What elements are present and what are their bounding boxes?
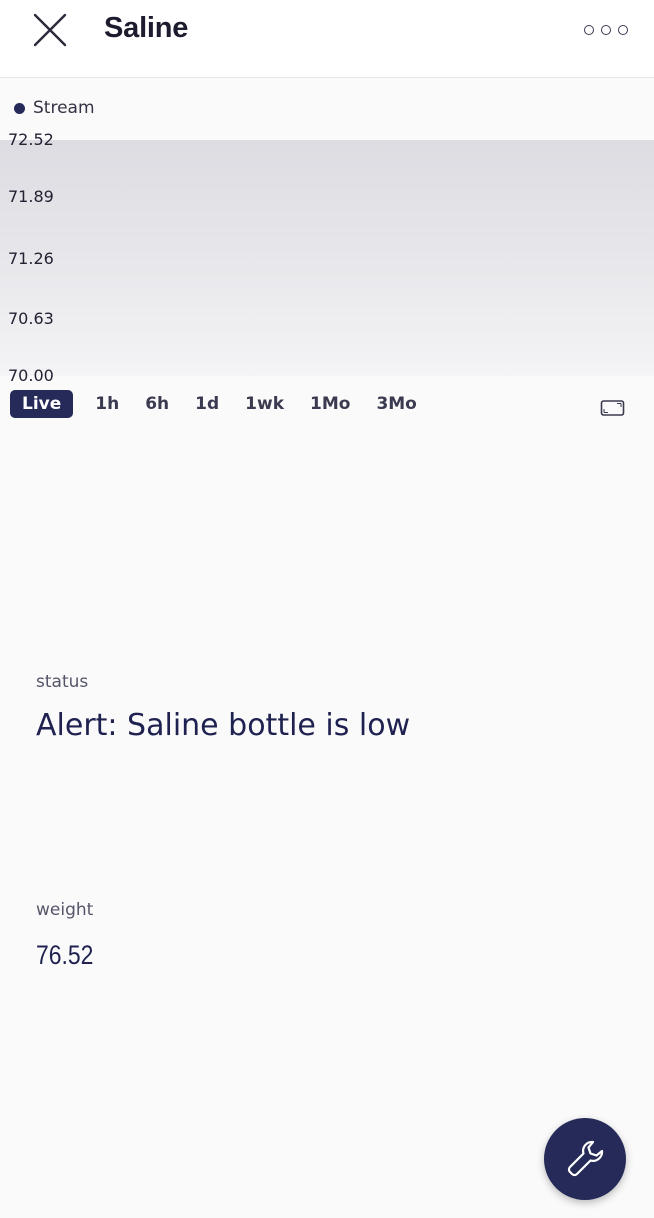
more-options-icon bbox=[601, 25, 611, 35]
weight-label: weight bbox=[36, 900, 94, 920]
y-tick-label: 70.63 bbox=[8, 309, 54, 328]
close-icon bbox=[33, 13, 67, 47]
y-tick-label: 70.00 bbox=[8, 366, 54, 385]
settings-fab-button[interactable] bbox=[544, 1118, 626, 1200]
range-tab-3mo[interactable]: 3Mo bbox=[376, 390, 416, 418]
status-value: Alert: Saline bottle is low bbox=[36, 708, 411, 743]
more-options-icon bbox=[584, 25, 594, 35]
time-range-tabs: Live 1h 6h 1d 1wk 1Mo 3Mo bbox=[10, 390, 443, 418]
y-tick-label: 72.52 bbox=[8, 130, 54, 149]
close-button[interactable] bbox=[28, 10, 72, 50]
device-screen: Saline Stream 72.52 71.89 71.26 70.63 70… bbox=[0, 0, 654, 1218]
range-tab-1d[interactable]: 1d bbox=[195, 390, 219, 418]
expand-chart-button[interactable] bbox=[600, 398, 626, 418]
chart-legend: Stream bbox=[14, 98, 95, 118]
chart-area bbox=[0, 140, 654, 376]
weight-value: 76.52 bbox=[36, 940, 94, 970]
page-title: Saline bbox=[104, 12, 189, 44]
more-options-icon bbox=[618, 25, 628, 35]
range-tab-6h[interactable]: 6h bbox=[145, 390, 169, 418]
legend-label: Stream bbox=[33, 98, 95, 118]
y-tick-label: 71.89 bbox=[8, 187, 54, 206]
range-tab-live[interactable]: Live bbox=[10, 390, 74, 418]
legend-swatch bbox=[14, 102, 25, 114]
app-header: Saline bbox=[0, 0, 654, 78]
more-options-button[interactable] bbox=[584, 20, 628, 40]
y-tick-label: 71.26 bbox=[8, 249, 54, 268]
range-tab-1mo[interactable]: 1Mo bbox=[310, 390, 350, 418]
range-tab-1h[interactable]: 1h bbox=[95, 390, 119, 418]
status-label: status bbox=[36, 672, 89, 692]
wrench-icon bbox=[567, 1140, 604, 1177]
expand-icon bbox=[600, 400, 625, 416]
range-tab-1wk[interactable]: 1wk bbox=[245, 390, 284, 418]
